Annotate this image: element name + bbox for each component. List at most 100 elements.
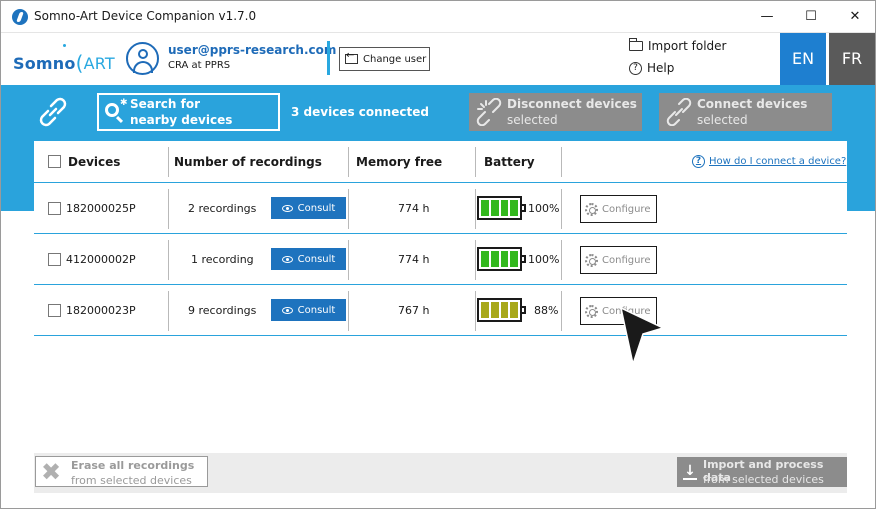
- import-folder-link[interactable]: Import folder: [629, 38, 727, 53]
- battery-icon: [477, 298, 526, 322]
- logo-somno-text: Somno: [13, 54, 76, 73]
- user-avatar-icon: [126, 42, 159, 75]
- link-icon-small: [666, 98, 692, 126]
- connect-label-line2: selected: [697, 113, 748, 127]
- disconnect-label-line1: Disconnect devices: [507, 97, 637, 111]
- eye-icon: [281, 255, 293, 263]
- select-all-checkbox[interactable]: [48, 155, 61, 168]
- erase-recordings-button[interactable]: ✖ Erase all recordings from selected dev…: [35, 456, 208, 487]
- logo-dot-icon: [63, 44, 66, 47]
- close-button[interactable]: ✕: [841, 5, 869, 29]
- header-battery: Battery: [484, 155, 535, 169]
- header-memory: Memory free: [356, 155, 443, 169]
- change-user-label: Change user: [363, 53, 427, 65]
- change-user-button[interactable]: Change user: [339, 47, 430, 71]
- column-divider: [168, 291, 169, 331]
- app-window: Somno-Art Device Companion v1.7.0 — ☐ ✕ …: [0, 0, 876, 509]
- column-divider: [561, 291, 562, 331]
- folder-icon: [629, 38, 643, 51]
- eye-icon: [281, 306, 293, 314]
- configure-label: Configure: [602, 254, 651, 266]
- battery-percent: 100%: [528, 202, 560, 215]
- column-divider: [475, 189, 476, 229]
- column-divider: [348, 147, 349, 177]
- import-process-button[interactable]: ↓ Import and process data from selected …: [677, 457, 847, 487]
- battery-percent: 88%: [534, 304, 559, 317]
- connect-label-line1: Connect devices: [697, 97, 808, 111]
- memory-free: 774 h: [398, 202, 430, 215]
- how-to-connect-label: How do I connect a device?: [709, 156, 847, 167]
- device-toolbar: ✱ Search for nearby devices 3 devices co…: [1, 85, 875, 141]
- search-label-line2: nearby devices: [130, 113, 233, 127]
- mouse-cursor-icon: [619, 306, 665, 367]
- consult-button[interactable]: Consult: [271, 248, 346, 270]
- app-logo-icon: [12, 9, 28, 25]
- how-to-connect-link[interactable]: ? How do I connect a device?: [692, 155, 846, 168]
- title-bar: Somno-Art Device Companion v1.7.0 — ☐ ✕: [1, 1, 875, 33]
- consult-label: Consult: [297, 253, 336, 265]
- row-checkbox[interactable]: [48, 202, 61, 215]
- recordings-count: 1 recording: [191, 253, 254, 266]
- maximize-button[interactable]: ☐: [797, 5, 825, 29]
- disconnect-devices-button[interactable]: Disconnect devices selected: [469, 93, 642, 131]
- consult-label: Consult: [297, 202, 336, 214]
- configure-button[interactable]: Configure: [580, 195, 657, 223]
- logo-art-text: ART: [83, 54, 115, 73]
- header-divider: [327, 41, 330, 75]
- download-icon: ↓: [683, 463, 697, 480]
- device-table: Devices Number of recordings Memory free…: [34, 141, 847, 453]
- column-divider: [168, 240, 169, 280]
- search-icon: [105, 103, 119, 117]
- header-recordings: Number of recordings: [174, 155, 322, 169]
- somno-art-logo: Somno(ART: [13, 50, 115, 75]
- consult-button[interactable]: Consult: [271, 299, 346, 321]
- logo-paren: (: [75, 51, 84, 75]
- import-label-line2: from selected devices: [703, 473, 824, 486]
- configure-label: Configure: [602, 203, 651, 215]
- column-divider: [561, 240, 562, 280]
- recordings-count: 9 recordings: [188, 304, 257, 317]
- link-icon: [39, 97, 67, 127]
- user-email: user@pprs-research.com: [168, 43, 337, 57]
- battery-icon: [477, 196, 526, 220]
- row-checkbox[interactable]: [48, 253, 61, 266]
- language-en-button[interactable]: EN: [780, 33, 826, 85]
- column-divider: [561, 189, 562, 229]
- row-checkbox[interactable]: [48, 304, 61, 317]
- help-link[interactable]: ? Help: [629, 61, 674, 75]
- memory-free: 767 h: [398, 304, 430, 317]
- column-divider: [348, 240, 349, 280]
- gear-icon: [585, 253, 598, 267]
- search-devices-button[interactable]: ✱ Search for nearby devices: [97, 93, 280, 131]
- column-divider: [168, 189, 169, 229]
- user-role: CRA at PPRS: [168, 60, 231, 71]
- language-fr-button[interactable]: FR: [829, 33, 875, 85]
- column-divider: [475, 147, 476, 177]
- table-header: Devices Number of recordings Memory free…: [34, 141, 847, 183]
- gear-icon: [585, 202, 598, 216]
- recordings-count: 2 recordings: [188, 202, 257, 215]
- connect-devices-button[interactable]: Connect devices selected: [659, 93, 832, 131]
- column-divider: [168, 147, 169, 177]
- header-devices: Devices: [68, 155, 121, 169]
- erase-x-icon: ✖: [41, 458, 62, 486]
- column-divider: [348, 291, 349, 331]
- import-folder-label: Import folder: [648, 39, 727, 53]
- battery-percent: 100%: [528, 253, 560, 266]
- device-id: 182000023P: [66, 304, 136, 317]
- battery-icon: [477, 247, 526, 271]
- column-divider: [561, 147, 562, 177]
- minimize-button[interactable]: —: [753, 5, 781, 29]
- window-title: Somno-Art Device Companion v1.7.0: [34, 9, 257, 23]
- consult-label: Consult: [297, 304, 336, 316]
- memory-free: 774 h: [398, 253, 430, 266]
- table-row: 412000002P 1 recording Consult 774 h 100…: [34, 235, 847, 285]
- table-row: 182000023P 9 recordings Consult 767 h 88…: [34, 286, 847, 336]
- erase-label-line2: from selected devices: [71, 474, 192, 487]
- column-divider: [475, 291, 476, 331]
- device-id: 182000025P: [66, 202, 136, 215]
- configure-button[interactable]: Configure: [580, 246, 657, 274]
- gear-icon: [585, 304, 598, 318]
- consult-button[interactable]: Consult: [271, 197, 346, 219]
- disconnect-label-line2: selected: [507, 113, 558, 127]
